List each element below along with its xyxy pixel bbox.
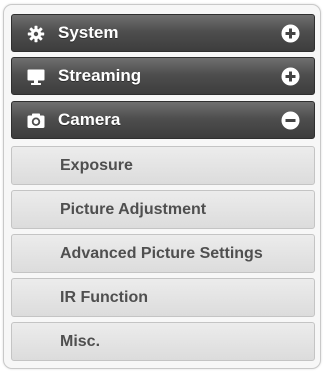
plus-circle-icon[interactable] [281, 24, 300, 43]
menu-item-label: IR Function [60, 289, 148, 306]
minus-circle-icon[interactable] [281, 111, 300, 130]
menu-section-streaming[interactable]: Streaming [11, 57, 315, 95]
menu-section-label: Streaming [58, 66, 142, 85]
menu-section-system[interactable]: System [11, 14, 315, 52]
plus-circle-icon[interactable] [281, 67, 300, 86]
gear-icon [27, 25, 45, 43]
menu-item-picture-adjustment[interactable]: Picture Adjustment [11, 190, 315, 229]
menu-item-ir-function[interactable]: IR Function [11, 278, 315, 317]
menu-item-label: Picture Adjustment [60, 201, 207, 218]
menu-item-advanced-picture-settings[interactable]: Advanced Picture Settings [11, 234, 315, 273]
menu-item-label: Exposure [60, 157, 133, 174]
menu-item-label: Advanced Picture Settings [60, 245, 263, 262]
menu-section-label: Camera [58, 110, 121, 129]
menu-section-label: System [58, 23, 119, 42]
monitor-icon [27, 69, 45, 85]
menu-item-misc[interactable]: Misc. [11, 322, 315, 361]
menu-section-camera[interactable]: Camera [11, 101, 315, 139]
settings-menu-panel: System Streaming Camera Exposure Picture… [3, 4, 321, 369]
menu-item-label: Misc. [60, 333, 101, 350]
camera-icon [27, 113, 45, 128]
menu-item-exposure[interactable]: Exposure [11, 146, 315, 185]
